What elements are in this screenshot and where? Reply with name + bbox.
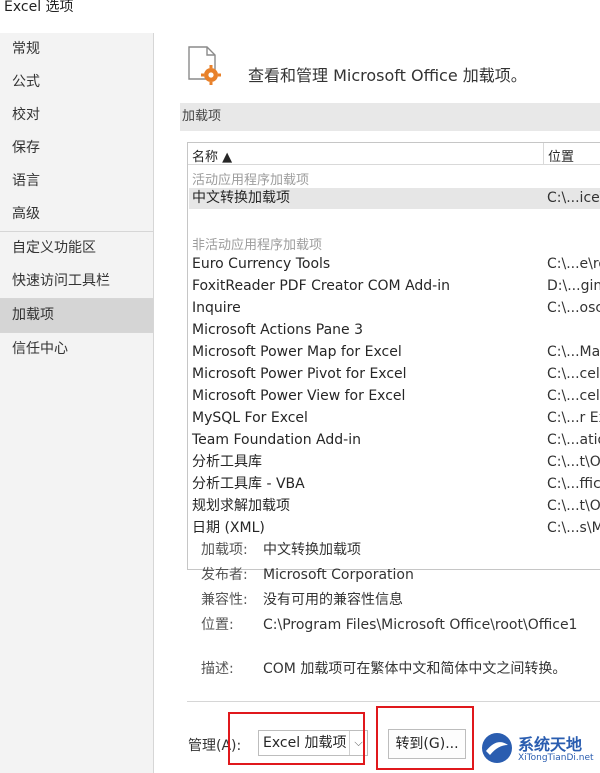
- group-label-active: 活动应用程序加载项: [192, 173, 310, 188]
- row-location: C:\...ice\: [547, 190, 600, 206]
- row-location: C:\...cel: [547, 366, 600, 382]
- row-name: Microsoft Power View for Excel: [192, 388, 406, 404]
- table-header: 名称 ▲ 位置: [188, 143, 600, 165]
- sidebar-item-addins[interactable]: 加载项: [0, 299, 153, 332]
- highlight-box-goto: [376, 706, 474, 770]
- title-bar: Excel 选项: [0, 0, 600, 22]
- table-row[interactable]: 分析工具库 - VBA C:\...ffic: [189, 474, 600, 495]
- row-name: 中文转换加载项: [192, 190, 290, 206]
- watermark-icon: [482, 733, 512, 763]
- table-row[interactable]: MySQL For Excel C:\...r Ex: [189, 408, 600, 429]
- sidebar-item-customize-ribbon[interactable]: 自定义功能区: [0, 232, 153, 265]
- table-row[interactable]: 分析工具库 C:\...t\O: [189, 452, 600, 473]
- row-location: C:\...ffic: [547, 476, 600, 492]
- sidebar-item-advanced[interactable]: 高级: [0, 198, 153, 231]
- detail-addin: 加载项: 中文转换加载项: [201, 539, 361, 559]
- table-row[interactable]: Microsoft Actions Pane 3: [189, 320, 600, 341]
- detail-description: 描述: COM 加载项可在繁体中文和简体中文之间转换。: [201, 658, 566, 678]
- row-name: 分析工具库 - VBA: [192, 476, 305, 492]
- watermark-text: 系统天地: [518, 735, 583, 754]
- table-row[interactable]: Microsoft Power Pivot for Excel C:\...ce…: [189, 364, 600, 385]
- row-location: D:\...gin: [547, 278, 600, 294]
- column-header-location[interactable]: 位置: [548, 146, 574, 165]
- table-row[interactable]: 规划求解加载项 C:\...t\O: [189, 496, 600, 517]
- detail-value: Microsoft Corporation: [263, 567, 414, 583]
- row-name: Inquire: [192, 300, 241, 316]
- row-name: 规划求解加载项: [192, 498, 290, 514]
- detail-value: COM 加载项可在繁体中文和简体中文之间转换。: [263, 661, 567, 677]
- watermark-logo: 系统天地 XiTongTianDi.net: [476, 727, 600, 773]
- table-row[interactable]: Euro Currency Tools C:\...e\ro: [189, 254, 600, 275]
- detail-label: 兼容性:: [201, 592, 248, 608]
- sidebar-item-save[interactable]: 保存: [0, 132, 153, 165]
- row-location: C:\...osc: [547, 300, 600, 316]
- row-name: 日期 (XML): [192, 520, 265, 536]
- row-name: FoxitReader PDF Creator COM Add-in: [192, 278, 450, 294]
- addins-table[interactable]: 名称 ▲ 位置 活动应用程序加载项 中文转换加载项 C:\...ice\ 非活动…: [187, 142, 600, 570]
- table-row[interactable]: 中文转换加载项 C:\...ice\: [189, 188, 600, 209]
- sidebar: 常规 公式 校对 保存 语言 高级 自定义功能区 快速访问工具栏 加载项 信任中…: [0, 33, 154, 773]
- row-name: Microsoft Power Map for Excel: [192, 344, 402, 360]
- header-text: 查看和管理 Microsoft Office 加载项。: [248, 66, 527, 85]
- row-name: Microsoft Power Pivot for Excel: [192, 366, 407, 382]
- sidebar-item-formulas[interactable]: 公式: [0, 66, 153, 99]
- sidebar-item-quick-access-toolbar[interactable]: 快速访问工具栏: [0, 265, 153, 298]
- detail-compatibility: 兼容性: 没有可用的兼容性信息: [201, 589, 403, 609]
- detail-label: 位置:: [201, 617, 234, 633]
- watermark-url: XiTongTianDi.net: [518, 753, 594, 763]
- highlight-box-manage: [228, 712, 365, 765]
- row-location: C:\...cel: [547, 388, 600, 404]
- group-label-inactive: 非活动应用程序加载项: [192, 238, 323, 253]
- sidebar-item-language[interactable]: 语言: [0, 165, 153, 198]
- table-row[interactable]: Microsoft Power Map for Excel C:\...Ma: [189, 342, 600, 363]
- detail-location: 位置: C:\Program Files\Microsoft Office\roo…: [201, 614, 577, 634]
- table-row[interactable]: 日期 (XML) C:\...s\M: [189, 518, 600, 539]
- row-location: C:\...r Ex: [547, 410, 600, 426]
- row-name: Microsoft Actions Pane 3: [192, 322, 363, 338]
- table-row[interactable]: Team Foundation Add-in C:\...atio: [189, 430, 600, 451]
- row-name: MySQL For Excel: [192, 410, 308, 426]
- detail-label: 发布者:: [201, 567, 248, 583]
- footer-divider: [187, 701, 600, 702]
- detail-value: 中文转换加载项: [263, 542, 361, 558]
- row-name: Team Foundation Add-in: [192, 432, 361, 448]
- detail-value: C:\Program Files\Microsoft Office\root\O…: [263, 617, 578, 633]
- row-name: 分析工具库: [192, 454, 262, 470]
- sidebar-item-proofing[interactable]: 校对: [0, 99, 153, 132]
- main-panel: 查看和管理 Microsoft Office 加载项。 加载项 名称 ▲ 位置 …: [165, 33, 600, 773]
- sidebar-item-general[interactable]: 常规: [0, 33, 153, 66]
- column-header-name[interactable]: 名称 ▲: [192, 146, 232, 165]
- row-location: C:\...Ma: [547, 344, 600, 360]
- row-location: C:\...e\ro: [547, 256, 600, 272]
- column-divider[interactable]: [543, 143, 544, 165]
- detail-publisher: 发布者: Microsoft Corporation: [201, 564, 414, 584]
- row-name: Euro Currency Tools: [192, 256, 331, 272]
- detail-label: 描述:: [201, 661, 234, 677]
- window-title: Excel 选项: [4, 0, 74, 15]
- section-title: 加载项: [180, 103, 600, 131]
- row-location: C:\...t\O: [547, 498, 600, 514]
- table-row[interactable]: Microsoft Power View for Excel C:\...cel: [189, 386, 600, 407]
- row-location: C:\...atio: [547, 432, 600, 448]
- sidebar-item-trust-center[interactable]: 信任中心: [0, 333, 153, 366]
- detail-label: 加载项:: [201, 542, 248, 558]
- row-location: C:\...s\M: [547, 520, 600, 536]
- table-row[interactable]: FoxitReader PDF Creator COM Add-in D:\..…: [189, 276, 600, 297]
- detail-value: 没有可用的兼容性信息: [263, 592, 403, 608]
- table-row[interactable]: Inquire C:\...osc: [189, 298, 600, 319]
- row-location: C:\...t\O: [547, 454, 600, 470]
- document-gear-icon: [188, 46, 221, 85]
